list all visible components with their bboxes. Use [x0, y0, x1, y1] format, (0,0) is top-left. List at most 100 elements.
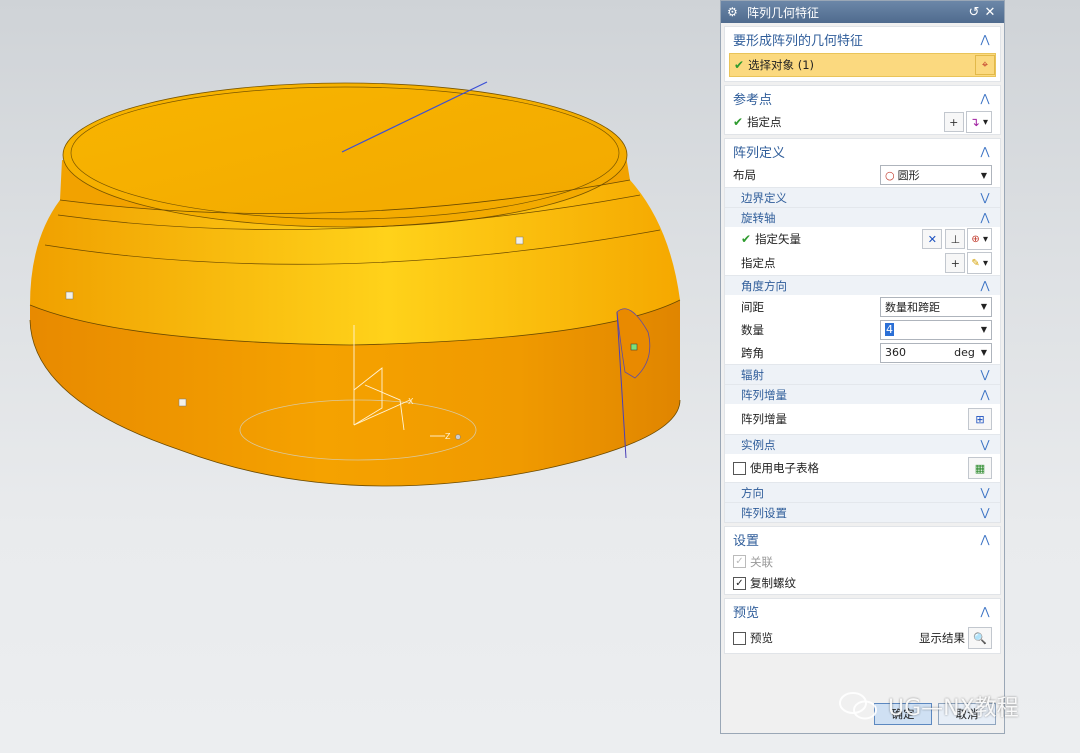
axis-point-label: 指定点	[741, 256, 776, 270]
count-input[interactable]: 4 ▼	[880, 319, 992, 340]
axis-label-z: Z	[445, 432, 451, 441]
layout-value: 圆形	[897, 169, 920, 182]
chevron-up-icon[interactable]: ⋀	[978, 92, 992, 105]
vector-type-dropdown[interactable]: ⊕ ▾	[967, 228, 992, 250]
section-pattern-definition: 阵列定义 ⋀ 布局 ○ 圆形 ▼ 边界定义 ⋁ 旋转轴 ⋀ ✔ 指定矢量 ✕ ⊥…	[724, 138, 1001, 523]
pattern-increment-label: 阵列增量	[741, 412, 787, 426]
subsection-pattern-settings[interactable]: 阵列设置 ⋁	[725, 502, 1000, 522]
chevron-down-icon[interactable]: ▼	[981, 348, 987, 357]
copy-threads-checkbox[interactable]: ✓	[733, 576, 746, 590]
specify-vector-label: 指定矢量	[755, 232, 802, 246]
chevron-down-icon[interactable]: ⋁	[978, 368, 992, 381]
select-object-label: 选择对象 (1)	[748, 58, 815, 72]
ok-button[interactable]: 确定	[874, 703, 932, 725]
cancel-button[interactable]: 取消	[938, 703, 996, 725]
chevron-up-icon[interactable]: ⋀	[978, 145, 992, 158]
preview-checkbox[interactable]	[733, 631, 746, 645]
section-settings-header[interactable]: 设置 ⋀	[725, 527, 1000, 551]
chevron-up-icon[interactable]: ⋀	[978, 279, 992, 292]
top-face	[62, 82, 628, 228]
layout-select[interactable]: ○ 圆形 ▼	[880, 165, 992, 185]
rotation-title: 旋转轴	[741, 210, 776, 225]
increment-icon[interactable]: ⊞	[968, 408, 992, 430]
pattern-settings-title: 阵列设置	[741, 505, 787, 520]
chevron-down-icon: ▼	[980, 170, 987, 180]
preview-label: 预览	[750, 631, 773, 645]
subsection-angle-direction[interactable]: 角度方向 ⋀	[725, 275, 1000, 295]
radiate-title: 辐射	[741, 367, 764, 382]
spreadsheet-row: 使用电子表格 ▦	[725, 454, 1000, 482]
spacing-value: 数量和跨距	[885, 300, 940, 314]
reset-icon[interactable]: ↺	[966, 5, 982, 20]
section-pattern-header[interactable]: 阵列定义 ⋀	[725, 139, 1000, 163]
spreadsheet-icon[interactable]: ▦	[968, 457, 992, 479]
associative-row: ✓ 关联	[725, 551, 1000, 572]
chevron-down-icon[interactable]: ⋁	[978, 506, 992, 519]
close-icon[interactable]: ✕	[982, 5, 998, 20]
spacing-select[interactable]: 数量和跨距 ▼	[880, 296, 992, 317]
copy-threads-row: ✓ 复制螺纹	[725, 572, 1000, 594]
subsection-instance-points[interactable]: 实例点 ⋁	[725, 434, 1000, 454]
layout-label: 布局	[733, 168, 756, 182]
chevron-down-icon: ▼	[980, 302, 987, 311]
chevron-up-icon[interactable]: ⋀	[978, 33, 992, 46]
section-preview: 预览 ⋀ 预览 显示结果 🔍	[724, 598, 1001, 654]
pattern-geometry-dialog: ⚙ 阵列几何特征 ↺ ✕ 要形成阵列的几何特征 ⋀ ✔ 选择对象 (1) ⌖ 参…	[720, 0, 1005, 734]
spreadsheet-checkbox[interactable]	[733, 461, 746, 475]
subsection-direction[interactable]: 方向 ⋁	[725, 482, 1000, 502]
point-type-dropdown[interactable]: ↴ ▾	[965, 111, 992, 133]
span-angle-unit: deg	[954, 346, 975, 359]
part-model-view: X Z	[29, 81, 681, 487]
section-preview-title: 预览	[733, 605, 760, 621]
pattern-increment-row: 阵列增量 ⊞	[725, 404, 1000, 434]
point-dialog-icon[interactable]: +	[945, 253, 966, 273]
point-type-dropdown[interactable]: ✎ ▾	[967, 252, 992, 274]
subsection-radiate[interactable]: 辐射 ⋁	[725, 364, 1000, 384]
increment-title: 阵列增量	[741, 387, 787, 402]
subsection-boundary[interactable]: 边界定义 ⋁	[725, 187, 1000, 207]
check-icon: ✔	[741, 232, 752, 246]
section-preview-header[interactable]: 预览 ⋀	[725, 599, 1000, 623]
chevron-up-icon[interactable]: ⋀	[978, 211, 992, 224]
chevron-up-icon[interactable]: ⋀	[978, 605, 992, 618]
count-value: 4	[885, 323, 894, 336]
associative-label: 关联	[750, 554, 773, 569]
chevron-down-icon[interactable]: ▼	[981, 325, 987, 334]
chevron-down-icon[interactable]: ⋁	[978, 191, 992, 204]
subsection-rotation-axis[interactable]: 旋转轴 ⋀	[725, 207, 1000, 227]
inferred-point-icon: ✎	[971, 257, 980, 269]
associative-checkbox: ✓	[733, 555, 746, 568]
chevron-up-icon[interactable]: ⋀	[978, 388, 992, 401]
angle-title: 角度方向	[741, 278, 787, 293]
axis-point-row: 指定点 + ✎ ▾	[725, 251, 1000, 275]
graphics-viewport[interactable]: X Z	[0, 0, 720, 753]
chevron-down-icon[interactable]: ⋁	[978, 438, 992, 451]
spreadsheet-label: 使用电子表格	[750, 461, 819, 475]
section-reference-title: 参考点	[733, 92, 773, 108]
vector-dialog-icon[interactable]: ⊥	[945, 229, 966, 249]
dialog-titlebar[interactable]: ⚙ 阵列几何特征 ↺ ✕	[721, 1, 1004, 23]
count-label: 数量	[741, 322, 764, 337]
subsection-pattern-increment[interactable]: 阵列增量 ⋀	[725, 384, 1000, 404]
instance-title: 实例点	[741, 437, 776, 452]
show-result-label: 显示结果	[919, 631, 965, 645]
reverse-direction-icon[interactable]: ✕	[922, 229, 943, 249]
chevron-down-icon[interactable]: ⋁	[978, 486, 992, 499]
magnifier-icon[interactable]: 🔍	[968, 627, 992, 649]
span-angle-label: 跨角	[741, 345, 764, 360]
circle-icon: ○	[885, 168, 895, 182]
section-settings: 设置 ⋀ ✓ 关联 ✓ 复制螺纹	[724, 526, 1001, 595]
span-angle-input[interactable]: 360 deg ▼	[880, 342, 992, 363]
crosshair-icon[interactable]: ⌖	[975, 55, 995, 75]
section-reference: 参考点 ⋀ ✔ 指定点 + ↴ ▾	[724, 85, 1001, 135]
section-reference-header[interactable]: 参考点 ⋀	[725, 86, 1000, 110]
select-object-row[interactable]: ✔ 选择对象 (1) ⌖	[729, 53, 996, 77]
reference-point-row: ✔ 指定点 + ↴ ▾	[725, 110, 1000, 134]
point-dialog-icon[interactable]: +	[943, 112, 964, 132]
section-geometry-header[interactable]: 要形成阵列的几何特征 ⋀	[725, 27, 1000, 51]
chevron-up-icon[interactable]: ⋀	[978, 533, 992, 546]
point-type-icon: ↴	[969, 115, 980, 129]
section-settings-title: 设置	[733, 533, 760, 549]
span-angle-row: 跨角 360 deg ▼	[725, 341, 1000, 364]
section-pattern-title: 阵列定义	[733, 145, 786, 161]
